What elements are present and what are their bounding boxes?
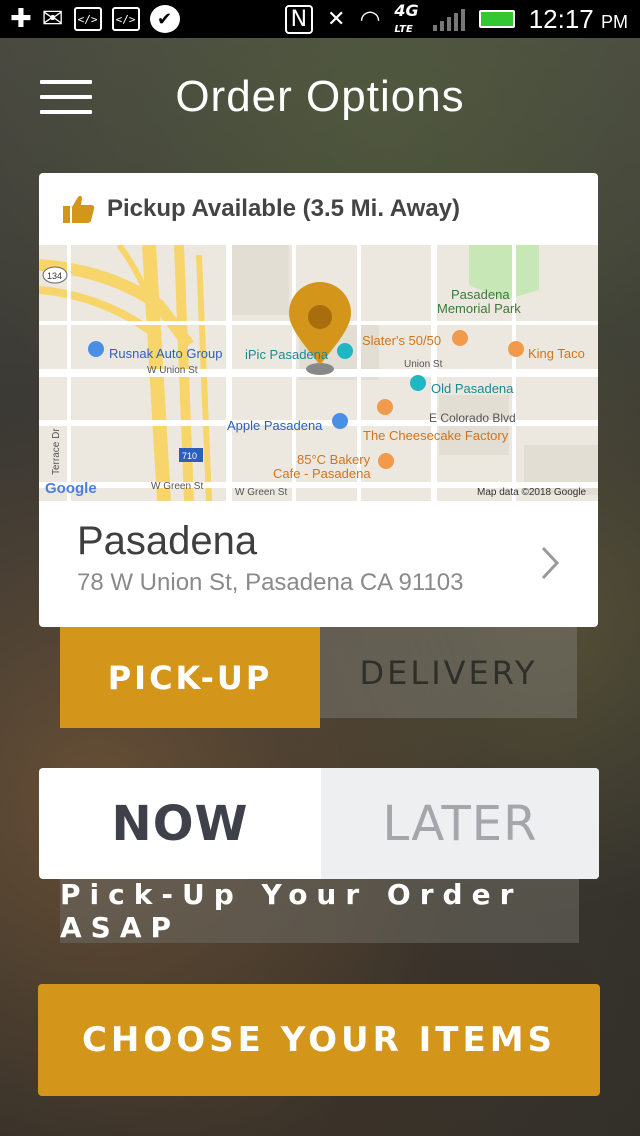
svg-text:Cafe - Pasadena: Cafe - Pasadena — [273, 466, 371, 481]
chevron-right-icon — [541, 546, 560, 580]
svg-text:Memorial Park: Memorial Park — [437, 301, 521, 316]
timing-note: Pick-Up Your Order ASAP — [60, 878, 579, 944]
svg-text:W Green St: W Green St — [235, 487, 287, 498]
map-canvas: Pasadena Memorial Park Rusnak Auto Group… — [39, 245, 598, 501]
now-button[interactable]: NOW — [39, 768, 321, 879]
location-map[interactable]: Pasadena Memorial Park Rusnak Auto Group… — [39, 245, 598, 501]
code-icon-2: </> — [111, 7, 140, 31]
svg-text:85°C Bakery: 85°C Bakery — [297, 452, 371, 467]
location-address: 78 W Union St, Pasadena CA 91103 — [77, 569, 464, 596]
later-button[interactable]: LATER — [321, 768, 599, 879]
svg-text:E Colorado Blvd: E Colorado Blvd — [429, 411, 516, 425]
location-selector[interactable]: Pasadena 78 W Union St, Pasadena CA 9110… — [39, 501, 598, 627]
svg-text:Slater's 50/50: Slater's 50/50 — [362, 333, 441, 348]
delivery-button[interactable]: DELIVERY — [320, 627, 577, 718]
check-bubble-icon: ✔ — [149, 5, 180, 33]
status-bar: ✚ ✉ </> </> ✔ N ✕ ◠ 4G LTE 12:17 PM — [0, 0, 640, 38]
add-notification-icon: ✚ — [10, 4, 32, 34]
svg-text:Map data ©2018 Google: Map data ©2018 Google — [477, 487, 587, 498]
svg-text:Rusnak Auto Group: Rusnak Auto Group — [109, 346, 222, 361]
signal-icon — [432, 7, 465, 31]
timing-toggle: NOW LATER — [39, 768, 599, 879]
svg-text:W Green St: W Green St — [151, 481, 203, 492]
pickup-status-text: Pickup Available (3.5 Mi. Away) — [107, 195, 461, 222]
code-icon: </> — [73, 7, 102, 31]
svg-text:Old Pasadena: Old Pasadena — [431, 381, 514, 396]
choose-items-button[interactable]: CHOOSE YOUR ITEMS — [38, 984, 600, 1096]
thumbs-up-icon — [63, 195, 95, 223]
clock: 12:17 PM — [528, 3, 628, 34]
svg-text:710: 710 — [182, 451, 197, 461]
page-title: Order Options — [175, 72, 465, 121]
battery-icon — [478, 10, 515, 28]
svg-text:134: 134 — [47, 271, 62, 281]
svg-text:Union St: Union St — [404, 359, 443, 370]
svg-text:The Cheesecake Factory: The Cheesecake Factory — [363, 428, 509, 443]
gmail-icon: ✉ — [41, 4, 64, 34]
pickup-button[interactable]: PICK-UP — [60, 627, 320, 728]
nfc-icon: N — [284, 4, 314, 34]
svg-text:Apple Pasadena: Apple Pasadena — [227, 418, 323, 433]
network-type: 4G LTE — [394, 1, 419, 35]
svg-text:Terrace Dr: Terrace Dr — [51, 428, 62, 475]
pickup-location-card: Pickup Available (3.5 Mi. Away) Pasadena… — [39, 173, 598, 627]
svg-text:Pasadena: Pasadena — [451, 287, 510, 302]
svg-text:Google: Google — [45, 480, 97, 497]
header: Order Options — [0, 38, 640, 156]
svg-text:W Union St: W Union St — [147, 365, 198, 376]
pickup-status: Pickup Available (3.5 Mi. Away) — [39, 173, 598, 245]
wifi-icon: ◠ — [359, 5, 381, 33]
svg-text:King Taco: King Taco — [528, 346, 585, 361]
location-name: Pasadena — [77, 519, 258, 563]
svg-text:iPic Pasadena: iPic Pasadena — [245, 347, 329, 362]
mute-icon: ✕ — [327, 6, 346, 32]
